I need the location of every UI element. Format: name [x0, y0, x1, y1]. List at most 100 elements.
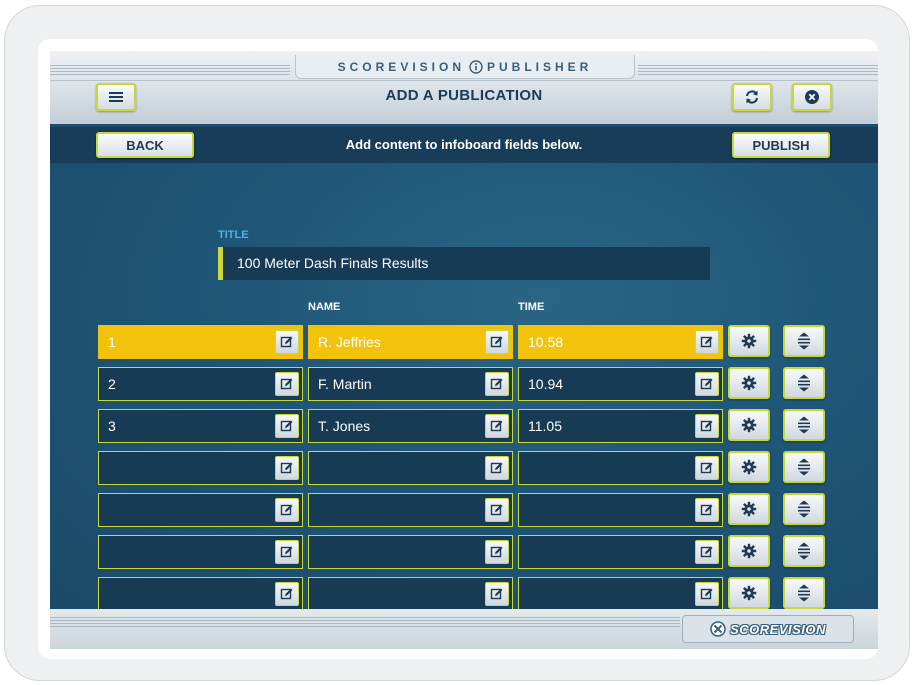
name-cell[interactable]	[308, 577, 513, 611]
edit-icon	[280, 546, 293, 558]
row-settings-button[interactable]	[728, 409, 770, 441]
edit-button[interactable]	[695, 330, 719, 354]
table-row	[98, 451, 828, 485]
edit-button[interactable]	[275, 582, 299, 606]
time-cell[interactable]	[518, 451, 723, 485]
edit-button[interactable]	[695, 540, 719, 564]
row-reorder-button[interactable]	[783, 409, 825, 441]
header: SCOREVISION PUBLISHER ADD A PUBLICATION	[50, 51, 878, 124]
edit-button[interactable]	[695, 414, 719, 438]
name-cell[interactable]: T. Jones	[308, 409, 513, 443]
row-settings-button[interactable]	[728, 577, 770, 609]
info-logo-icon	[469, 59, 483, 74]
edit-button[interactable]	[275, 540, 299, 564]
table-row: 3 T. Jones 11.05	[98, 409, 828, 443]
name-cell[interactable]	[308, 493, 513, 527]
edit-icon	[490, 420, 503, 432]
name-cell[interactable]	[308, 451, 513, 485]
edit-button[interactable]	[275, 330, 299, 354]
row-reorder-button[interactable]	[783, 367, 825, 399]
row-settings-button[interactable]	[728, 493, 770, 525]
edit-icon	[280, 378, 293, 390]
row-settings-button[interactable]	[728, 535, 770, 567]
edit-button[interactable]	[695, 456, 719, 480]
place-cell-value: 1	[108, 334, 116, 350]
back-button[interactable]: BACK	[96, 132, 194, 158]
gear-icon	[741, 543, 757, 559]
table-row	[98, 493, 828, 527]
tablet-frame: SCOREVISION PUBLISHER ADD A PUBLICATION …	[4, 5, 910, 681]
edit-icon	[700, 504, 713, 516]
name-cell-value: R. Jeffries	[318, 334, 381, 350]
edit-button[interactable]	[485, 498, 509, 522]
time-cell-value: 10.58	[528, 334, 564, 350]
edit-button[interactable]	[485, 456, 509, 480]
time-cell[interactable]	[518, 493, 723, 527]
action-bar: Add content to infoboard fields below. B…	[50, 127, 878, 163]
edit-icon	[280, 336, 293, 348]
edit-button[interactable]	[275, 414, 299, 438]
publish-button[interactable]: PUBLISH	[732, 132, 830, 158]
close-button[interactable]	[792, 83, 832, 111]
edit-button[interactable]	[485, 582, 509, 606]
gear-icon	[741, 417, 757, 433]
time-cell[interactable]	[518, 577, 723, 611]
edit-button[interactable]	[695, 372, 719, 396]
edit-button[interactable]	[485, 414, 509, 438]
time-cell-value: 11.05	[528, 418, 562, 434]
edit-button[interactable]	[485, 330, 509, 354]
table-row	[98, 577, 828, 611]
edit-icon	[490, 462, 503, 474]
edit-icon	[490, 336, 503, 348]
row-reorder-button[interactable]	[783, 535, 825, 567]
row-settings-button[interactable]	[728, 325, 770, 357]
row-settings-button[interactable]	[728, 451, 770, 483]
name-cell[interactable]	[308, 535, 513, 569]
title-label: TITLE	[218, 229, 249, 241]
header-divider	[50, 80, 878, 81]
reorder-icon	[798, 332, 810, 350]
reorder-icon	[798, 542, 810, 560]
time-cell[interactable]: 10.94	[518, 367, 723, 401]
name-cell[interactable]: F. Martin	[308, 367, 513, 401]
edit-button[interactable]	[275, 456, 299, 480]
title-input[interactable]: 100 Meter Dash Finals Results	[218, 247, 710, 280]
edit-icon	[280, 420, 293, 432]
edit-button[interactable]	[695, 582, 719, 606]
edit-icon	[280, 504, 293, 516]
edit-icon	[700, 588, 713, 600]
time-cell[interactable]: 11.05	[518, 409, 723, 443]
edit-button[interactable]	[275, 498, 299, 522]
reorder-icon	[798, 416, 810, 434]
brand-product: PUBLISHER	[487, 59, 593, 74]
edit-icon	[490, 546, 503, 558]
time-cell[interactable]: 10.58	[518, 325, 723, 359]
place-cell[interactable]	[98, 535, 303, 569]
place-cell[interactable]: 1	[98, 325, 303, 359]
scorevision-logo-icon	[710, 621, 726, 637]
app: SCOREVISION PUBLISHER ADD A PUBLICATION …	[50, 51, 878, 649]
time-cell-value: 10.94	[528, 376, 564, 392]
refresh-icon	[746, 90, 758, 104]
edit-button[interactable]	[485, 540, 509, 564]
place-cell[interactable]: 3	[98, 409, 303, 443]
row-settings-button[interactable]	[728, 367, 770, 399]
place-cell[interactable]: 2	[98, 367, 303, 401]
name-cell-value: F. Martin	[318, 376, 372, 392]
edit-button[interactable]	[695, 498, 719, 522]
name-cell[interactable]: R. Jeffries	[308, 325, 513, 359]
row-reorder-button[interactable]	[783, 325, 825, 357]
edit-icon	[700, 336, 713, 348]
edit-button[interactable]	[275, 372, 299, 396]
close-icon	[805, 90, 819, 104]
row-reorder-button[interactable]	[783, 451, 825, 483]
place-cell[interactable]	[98, 577, 303, 611]
row-reorder-button[interactable]	[783, 493, 825, 525]
row-reorder-button[interactable]	[783, 577, 825, 609]
time-cell[interactable]	[518, 535, 723, 569]
edit-button[interactable]	[485, 372, 509, 396]
place-cell[interactable]	[98, 493, 303, 527]
place-cell[interactable]	[98, 451, 303, 485]
reorder-icon	[798, 584, 810, 602]
refresh-button[interactable]	[732, 83, 772, 111]
